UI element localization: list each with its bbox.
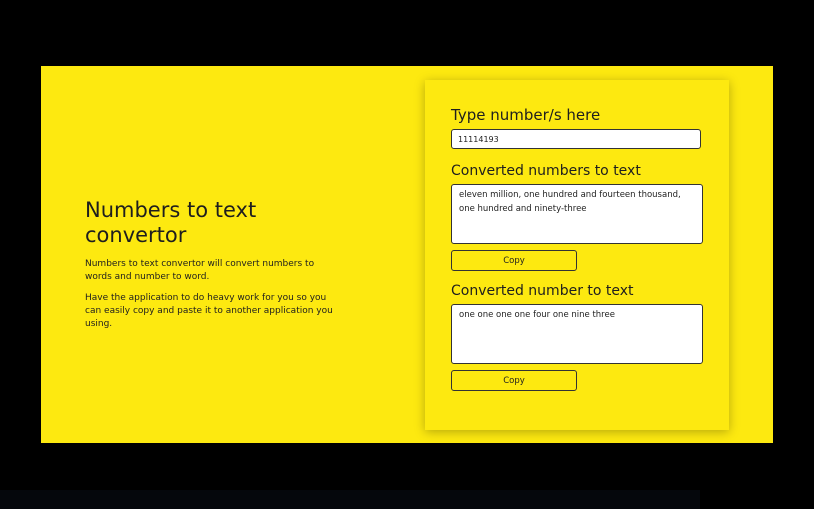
number-input[interactable] bbox=[451, 129, 701, 149]
intro-note: Have the application to do heavy work fo… bbox=[85, 293, 333, 329]
page-title: Numbers to text convertor bbox=[85, 198, 257, 247]
app-page: Numbers to text convertor Numbers to tex… bbox=[41, 66, 773, 443]
numbers-output-textarea[interactable]: eleven million, one hundred and fourteen… bbox=[451, 184, 703, 244]
digits-output-label: Converted number to text bbox=[451, 283, 634, 299]
taskbar-strip bbox=[0, 490, 700, 509]
converter-card: Type number/s here Converted numbers to … bbox=[425, 80, 729, 430]
number-input-label: Type number/s here bbox=[451, 106, 601, 124]
intro-section: Numbers to text convertor Numbers to tex… bbox=[85, 198, 335, 339]
copy-digits-button[interactable]: Copy bbox=[451, 370, 577, 391]
intro-description: Numbers to text convertor will convert n… bbox=[85, 259, 315, 282]
numbers-output-label: Converted numbers to text bbox=[451, 163, 641, 179]
digits-output-textarea[interactable]: one one one one four one nine three bbox=[451, 304, 703, 364]
copy-numbers-button[interactable]: Copy bbox=[451, 250, 577, 271]
